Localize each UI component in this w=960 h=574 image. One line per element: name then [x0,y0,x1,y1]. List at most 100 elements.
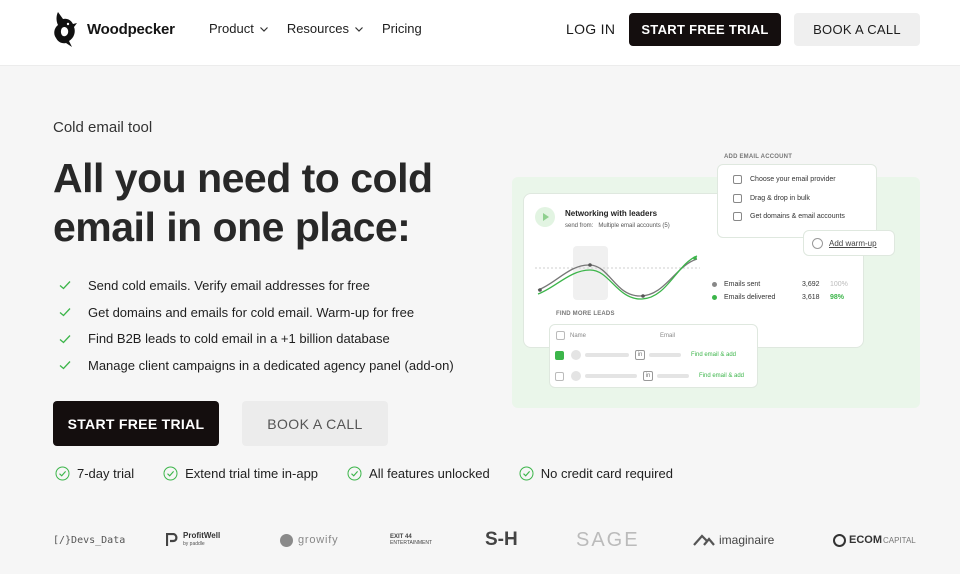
brand-logo[interactable]: Woodpecker [52,10,175,48]
logo-ecom-name: ECOM [849,534,882,546]
logo-sage: SAGE [576,528,640,551]
woodpecker-logo-icon [54,12,77,47]
add-account-item-label: Choose your email provider [750,176,836,183]
badge-text: Extend trial time in-app [185,466,319,481]
header-start-trial-button[interactable]: START FREE TRIAL [629,13,781,46]
chevron-down-icon [355,26,363,32]
nav-resources[interactable]: Resources [287,21,364,36]
stat-emails-delivered: Emails delivered 3,618 98% [712,294,844,301]
check-icon [59,308,71,317]
check-circle-icon [163,466,178,481]
nav-product-label: Product [209,21,254,36]
mail-icon [733,175,742,184]
badge-text: No credit card required [540,466,673,481]
book-call-button[interactable]: BOOK A CALL [242,401,388,446]
check-icon [59,361,71,370]
feature-item: Send cold emails. Verify email addresses… [59,272,454,299]
add-account-title: ADD EMAIL ACCOUNT [724,154,793,160]
logo-devs-data: [/}Devs_Data [53,534,126,546]
lead-row: in Find email & add [555,371,744,381]
feature-item: Manage client campaigns in a dedicated a… [59,352,454,379]
chevron-down-icon [259,26,268,32]
hero-headline: All you need to cold email in one place: [53,155,433,250]
col-email: Email [660,332,676,339]
leads-table-header: Name Email [556,331,675,340]
logo-capital-name: CAPITAL [883,535,916,545]
campaign-send-from: send from: Multiple email accounts (5) [565,223,670,229]
nav-pricing[interactable]: Pricing [382,21,422,36]
nav-product[interactable]: Product [209,21,269,36]
login-link[interactable]: LOG IN [566,21,615,37]
ecom-mark-icon [833,533,846,547]
stat-value: 3,618 [802,294,820,301]
upload-icon [733,194,742,203]
add-account-item-label: Get domains & email accounts [750,213,845,220]
logo-profitwell-name: ProfitWell [183,531,221,540]
col-name: Name [570,332,587,339]
checkbox-icon [556,331,565,340]
nav-resources-label: Resources [286,21,349,36]
header-book-call-button[interactable]: BOOK A CALL [794,13,920,46]
play-icon [535,207,555,227]
logo-growify-name: growify [298,534,339,546]
check-icon [59,334,71,344]
stat-percent: 100% [830,281,848,288]
logo-imaginaire-name: imaginaire [719,533,775,547]
logo-growify: growify [280,528,338,552]
placeholder-bar [585,374,637,378]
logo-exit44-bottom: ENTERTAINMENT [390,540,433,546]
add-warmup-chip: Add warm-up [803,230,895,256]
linkedin-icon: in [643,371,653,381]
site-header: Woodpecker Product Resources Pricing LOG… [0,0,960,66]
linkedin-icon: in [635,350,645,360]
main-nav: Product Resources Pricing [209,21,422,36]
feature-item: Find B2B leads to cold email in a +1 bil… [59,325,454,352]
feature-text: Find B2B leads to cold email in a +1 bil… [88,331,390,347]
badge-item: 7-day trial [55,466,134,481]
stat-percent: 98% [830,294,845,301]
feature-item: Get domains and emails for cold email. W… [59,299,454,326]
hero-eyebrow: Cold email tool [53,119,153,136]
warmup-label: Add warm-up [829,238,877,248]
growify-mark-icon [280,533,293,547]
stat-dot [712,282,717,287]
badge-item: No credit card required [519,466,673,481]
stat-emails-sent: Emails sent 3,692 100% [712,281,848,288]
find-email-link: Find email & add [699,373,745,379]
check-circle-icon [347,466,362,481]
find-email-link: Find email & add [691,352,737,358]
customer-logos: [/}Devs_Data ProfitWell by paddle growif… [53,528,920,552]
logo-exit44: EXIT 44 ENTERTAINMENT [390,528,432,552]
badge-text: All features unlocked [369,466,490,481]
checkbox-icon [555,371,564,381]
stat-value: 3,692 [802,281,820,288]
feature-text: Send cold emails. Verify email addresses… [88,277,370,293]
add-account-item: Get domains & email accounts [733,212,845,221]
check-icon [59,281,71,290]
logo-profitwell-sub: by paddle [183,541,205,547]
feature-list: Send cold emails. Verify email addresses… [59,272,454,379]
placeholder-bar [649,353,681,357]
stat-label: Emails sent [724,281,761,288]
check-circle-icon [519,466,534,481]
send-from-label: send from: [565,223,594,229]
stat-dot [712,295,717,300]
badge-text: 7-day trial [77,466,135,481]
brand-name: Woodpecker [87,20,175,38]
logo-ecom-capital: ECOM CAPITAL [833,528,916,552]
start-free-trial-button[interactable]: START FREE TRIAL [53,401,219,446]
feature-text: Get domains and emails for cold email. W… [88,304,415,320]
campaign-chart [535,246,700,300]
logo-sh: S-H [485,529,518,550]
check-circle-icon [55,466,70,481]
placeholder-bar [657,374,689,378]
logo-imaginaire: imaginaire [693,528,774,552]
send-from-value: Multiple email accounts (5) [598,223,670,229]
domain-icon [733,212,742,221]
nav-pricing-label: Pricing [381,21,422,36]
badge-item: All features unlocked [347,466,490,481]
avatar [571,371,581,381]
imaginaire-mark-icon [693,534,715,546]
feature-text: Manage client campaigns in a dedicated a… [88,357,454,373]
stat-label: Emails delivered [724,294,776,301]
